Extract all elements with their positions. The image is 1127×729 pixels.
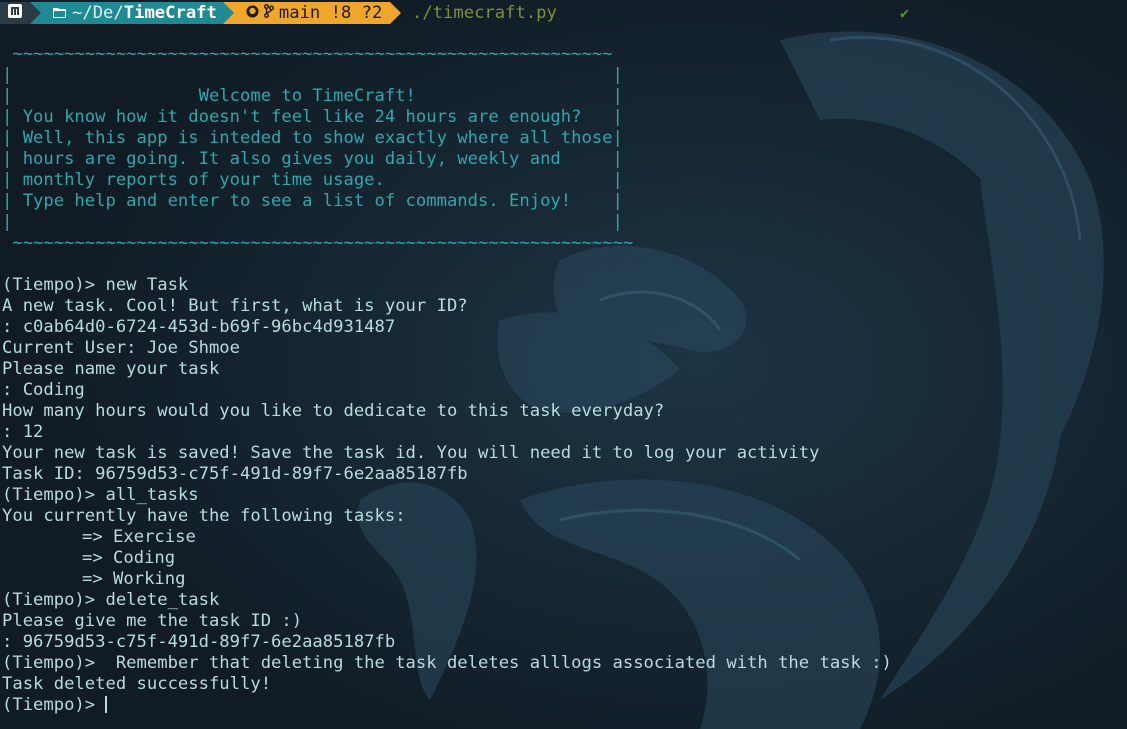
user-input-line: : Coding	[2, 380, 85, 400]
task-list-item: => Working	[82, 569, 186, 589]
git-segment: main !8 ?2	[233, 2, 391, 24]
output-line: Task ID: 96759d53-c75f-491d-89f7-6e2aa85…	[2, 464, 468, 484]
git-branch-icon	[263, 2, 274, 24]
output-line: A new task. Cool! But first, what is you…	[2, 296, 468, 316]
git-status: main !8 ?2	[278, 3, 383, 23]
output-line: You currently have the following tasks:	[2, 506, 406, 526]
shell-prompt-bar: ~/De/TimeCraft main !8 ?2	[0, 2, 402, 24]
terminal-window[interactable]: ~/De/TimeCraft main !8 ?2 ./timecraft.py…	[0, 0, 1127, 729]
task-list-item: => Exercise	[82, 527, 196, 547]
text-cursor	[105, 696, 108, 713]
output-line: Your new task is saved! Save the task id…	[2, 443, 820, 463]
command-line: (Tiempo)> all_tasks	[2, 485, 199, 505]
segment-separator	[30, 2, 41, 24]
github-octocat-icon	[246, 2, 259, 24]
dir-prefix: ~/De/	[72, 3, 124, 23]
command-text: ./timecraft.py	[412, 3, 557, 23]
banner-line: | hours are going. It also gives you dai…	[2, 149, 623, 169]
user-input-line: : 12	[2, 422, 44, 442]
user-input-line: : 96759d53-c75f-491d-89f7-6e2aa85187fb	[2, 632, 396, 652]
output-line: (Tiempo)> Remember that deleting the tas…	[2, 653, 892, 673]
output-line: How many hours would you like to dedicat…	[2, 401, 665, 421]
banner-line: | Type help and enter to see a list of c…	[2, 191, 623, 211]
banner-line: | |	[2, 65, 623, 85]
dir-name: TimeCraft	[123, 3, 217, 23]
output-line: Task deleted successfully!	[2, 674, 272, 694]
success-check-icon: ✔	[900, 4, 910, 22]
command-line: (Tiempo)> new Task	[2, 275, 189, 295]
os-segment	[0, 2, 30, 24]
banner-bottom-border: ~~~~~~~~~~~~~~~~~~~~~~~~~~~~~~~~~~~~~~~~…	[2, 233, 634, 253]
segment-separator	[222, 2, 234, 24]
segment-separator	[390, 2, 402, 24]
banner-line: | You know how it doesn't feel like 24 h…	[2, 107, 623, 127]
folder-icon	[53, 2, 66, 24]
command-line: (Tiempo)> delete_task	[2, 590, 220, 610]
task-list-item: => Coding	[82, 548, 176, 568]
banner-top-border: ~~~~~~~~~~~~~~~~~~~~~~~~~~~~~~~~~~~~~~~~…	[2, 44, 613, 64]
output-line: Please name your task	[2, 359, 220, 379]
output-line: Please give me the task ID :)	[2, 611, 303, 631]
banner-line: | |	[2, 212, 623, 232]
directory-segment: ~/De/TimeCraft	[41, 2, 223, 24]
banner-line: | monthly reports of your time usage. |	[2, 170, 623, 190]
active-prompt[interactable]: (Tiempo)>	[2, 695, 108, 716]
user-input-line: : c0ab64d0-6724-453d-b69f-96bc4d931487	[2, 317, 396, 337]
fedora-logo-icon	[8, 2, 22, 24]
banner-line: | Welcome to TimeCraft! |	[2, 86, 623, 106]
prompt-text: (Tiempo)>	[2, 695, 106, 715]
output-line: Current User: Joe Shmoe	[2, 338, 240, 358]
banner-line: | Well, this app is inteded to show exac…	[2, 128, 623, 148]
